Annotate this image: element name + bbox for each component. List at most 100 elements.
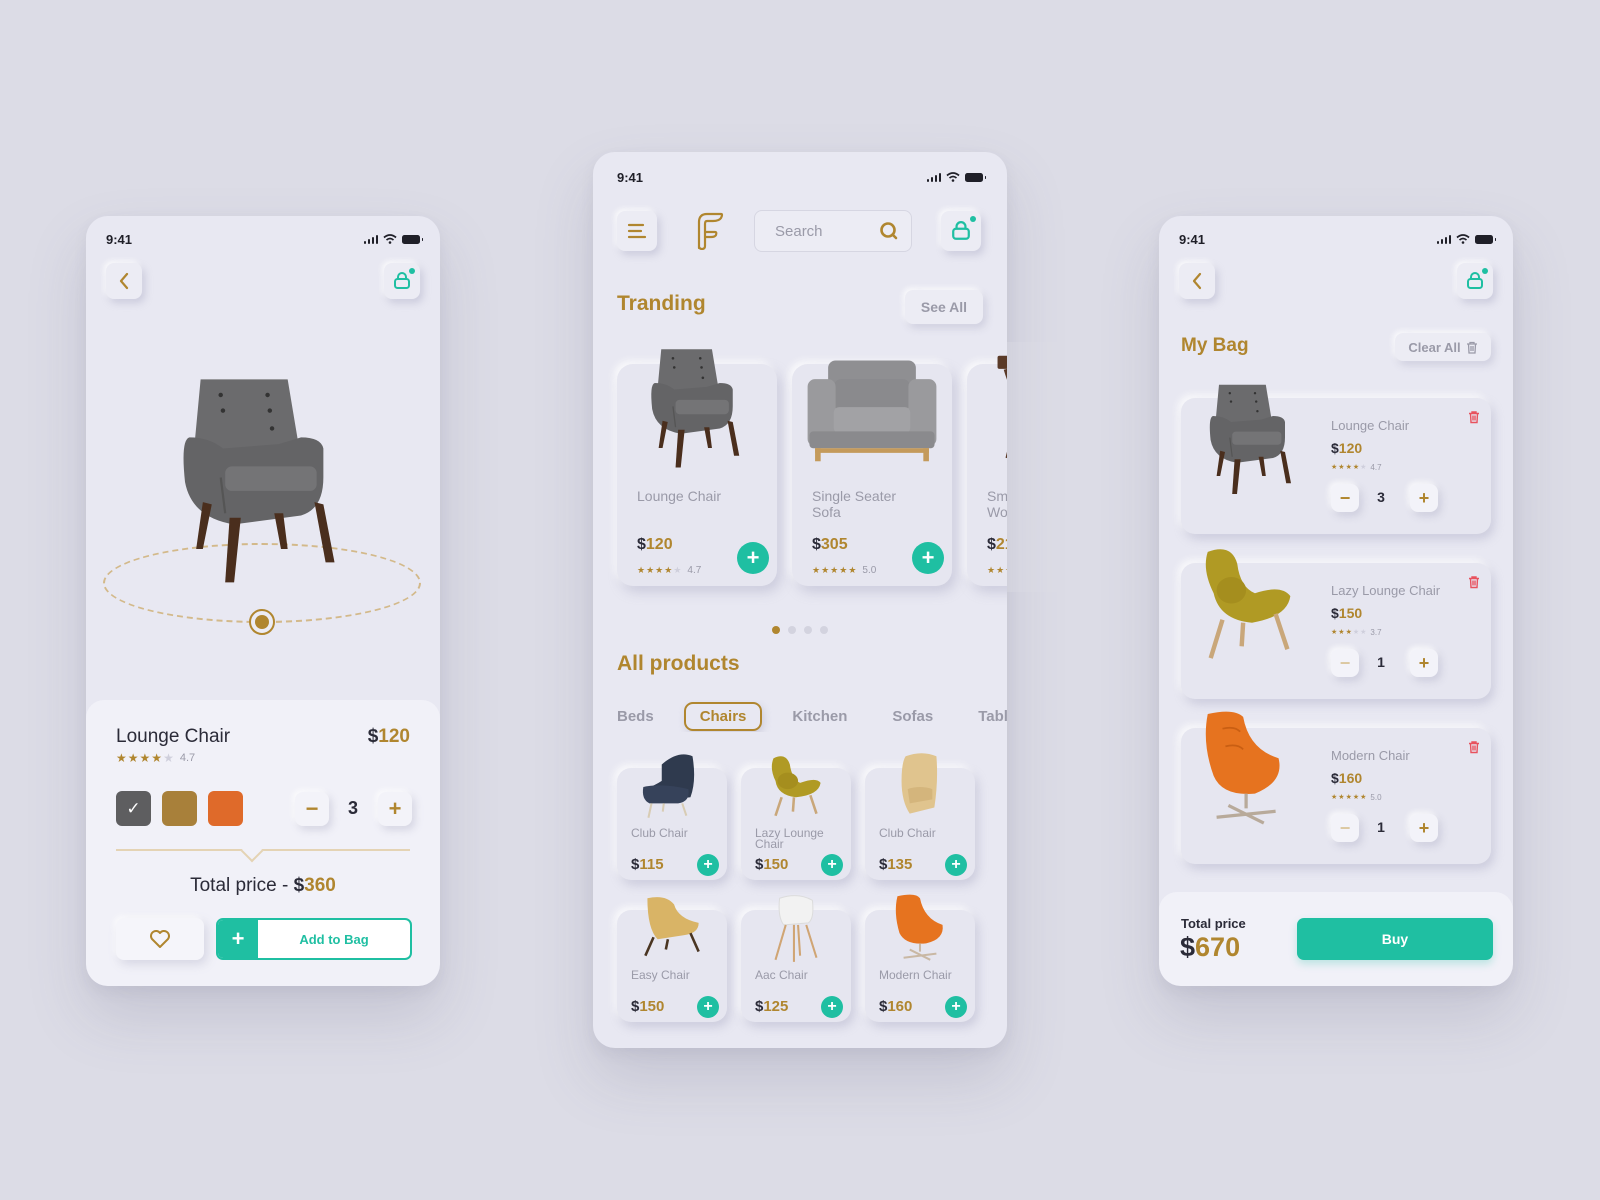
battery-icon [402,234,423,244]
color-swatch-brown[interactable] [162,791,197,826]
tab-beds[interactable]: Beds [617,702,669,731]
menu-button[interactable] [617,211,657,251]
status-bar: 9:41 [1179,230,1496,248]
product-card[interactable]: Aac Chair $125 + [741,895,851,1022]
bag-button[interactable] [941,211,981,251]
star-filled-icon: ★ [1345,794,1352,801]
star-rating: ★★★★★ [116,752,174,764]
tab-chairs[interactable]: Chairs [683,701,763,731]
trending-price: $120 [637,536,673,553]
star-filled-icon: ★ [1331,629,1338,636]
trending-rating: ★★★★★5.0 [987,565,1007,576]
pager-dot[interactable] [804,626,812,634]
favorite-button[interactable] [116,918,204,960]
product-card[interactable]: Easy Chair $150 + [617,897,727,1022]
lounge-chair-image [182,378,336,584]
signal-icon [1436,234,1451,244]
decrease-quantity-button[interactable]: − [1331,484,1359,512]
pager-dot[interactable] [820,626,828,634]
home-screen: 9:41 Tranding See All Lounge Chair $120 … [593,152,1007,1048]
lounge-chair-image [1209,384,1292,495]
bag-screen: 9:41 My Bag Clear All Lounge Chair $120 … [1159,216,1513,986]
star-filled-icon: ★ [1338,794,1345,801]
remove-item-button[interactable] [1465,573,1483,591]
decrease-quantity-button[interactable]: − [1331,814,1359,842]
product-card[interactable]: Modern Chair $160 + [865,894,975,1022]
star-filled-icon: ★ [1331,464,1338,471]
add-button[interactable]: + [945,854,967,876]
tab-tables[interactable]: Tables [963,702,1007,731]
star-filled-icon: ★ [830,565,839,575]
status-bar: 9:41 [106,230,423,248]
add-button[interactable]: + [737,542,769,574]
pager-dot[interactable] [788,626,796,634]
product-name: Aac Chair [755,968,808,982]
product-name: Lazy Lounge Chair [755,826,824,851]
trending-card[interactable]: Single Seater Sofa $305 ★ ★ ★ ★ ★ 5.0 + [792,360,952,586]
increase-quantity-button[interactable]: + [378,792,412,826]
buy-button[interactable]: Buy [1297,918,1493,960]
search-input[interactable] [775,222,871,240]
modern-chair-orange-image [895,894,943,961]
product-detail-screen: 9:41 Lounge Chair $120 ★ ★ ★ ★ ★ 4.7 ✓ − 3 +… [86,216,440,986]
remove-item-button[interactable] [1465,408,1483,426]
product-rating: ★ ★ ★ ★ ★ 4.7 [116,751,196,765]
decrease-quantity-button[interactable]: − [295,792,329,826]
plus-icon: + [951,856,961,873]
trending-price: $305 [812,536,848,553]
product-card[interactable]: Club Chair $135 + [865,753,975,880]
color-swatch-orange[interactable] [208,791,243,826]
back-button[interactable] [106,263,142,299]
add-button[interactable]: + [821,996,843,1018]
color-swatch-gray[interactable]: ✓ [116,791,151,826]
product-price: $125 [755,998,789,1015]
add-button[interactable]: + [821,854,843,876]
status-icons [363,234,423,244]
trending-card[interactable]: Lounge Chair $120 ★ ★ ★ ★ ★ 4.7 + [617,348,777,586]
plus-icon: + [1418,487,1430,508]
product-name: Lounge Chair [116,726,231,747]
increase-quantity-button[interactable]: + [1410,484,1438,512]
tab-sofas[interactable]: Sofas [877,702,948,731]
search-field[interactable] [754,210,912,252]
pager-dot[interactable] [772,626,780,634]
star-filled-icon: ★ [655,565,664,575]
minus-icon: − [305,796,319,821]
signal-icon [363,234,378,244]
round-table-image [997,355,1007,459]
plus-icon: + [1418,817,1430,838]
trending-card[interactable]: Small Round Wood $210 ★★★★★5.0 + [967,355,1007,586]
bag-button[interactable] [384,263,420,299]
club-chair-navy-image [642,754,695,818]
increase-quantity-button[interactable]: + [1410,649,1438,677]
add-button[interactable]: + [912,542,944,574]
trash-icon [1466,341,1477,354]
add-button[interactable]: + [697,854,719,876]
increase-quantity-button[interactable]: + [1410,814,1438,842]
decrease-quantity-button[interactable]: − [1331,649,1359,677]
wifi-icon [946,172,960,182]
notification-dot [409,268,415,274]
star-filled-icon: ★ [151,751,163,765]
remove-item-button[interactable] [1465,738,1483,756]
add-to-bag-button[interactable]: + Add to Bag [216,918,412,960]
rotate-handle[interactable] [249,609,275,635]
tab-kitchen[interactable]: Kitchen [777,702,862,731]
bag-button[interactable] [1457,263,1493,299]
clear-all-button[interactable]: Clear All [1395,333,1491,361]
add-button[interactable]: + [945,996,967,1018]
back-button[interactable] [1179,263,1215,299]
star-filled-icon: ★ [839,565,848,575]
see-all-button[interactable]: See All [905,290,983,324]
status-icons [926,172,986,182]
star-filled-icon: ★ [1338,464,1345,471]
lazy-lounge-chair-image [771,756,821,817]
search-icon[interactable] [879,221,899,241]
product-price: $150 [755,856,789,873]
add-button[interactable]: + [697,996,719,1018]
bag-item: Modern Chair $160 ★ ★ ★ ★ ★ 5.0 − 1 + [1181,711,1491,864]
product-card[interactable]: Lazy Lounge Chair $150 + [741,756,851,880]
product-card[interactable]: Club Chair $115 + [617,754,727,880]
star-empty-icon: ★ [1360,629,1367,636]
aac-chair-image [774,895,818,962]
